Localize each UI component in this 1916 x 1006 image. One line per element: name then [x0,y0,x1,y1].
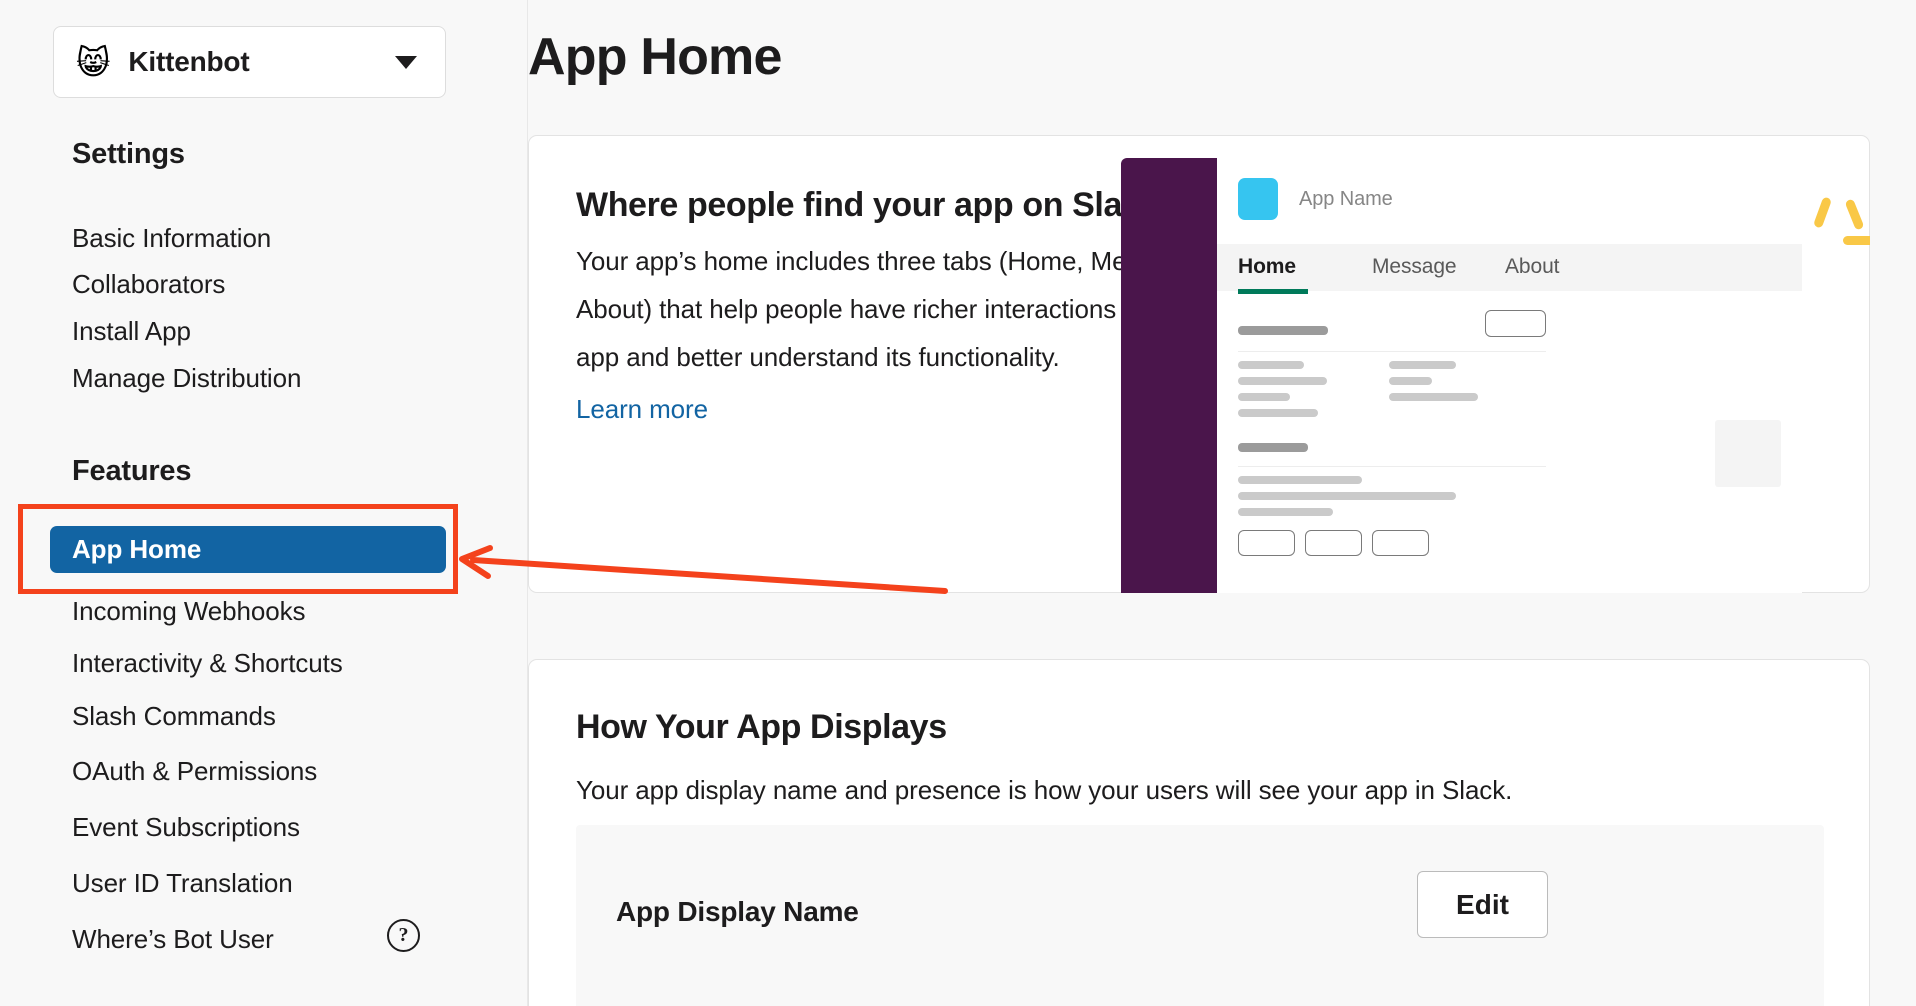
preview-action-pill [1485,310,1546,337]
app-display-name-row: App Display Name Edit [576,825,1824,1006]
sidebar-item-incoming-webhooks[interactable]: Incoming Webhooks [72,596,306,627]
preview-text-bar [1238,409,1318,417]
preview-text-bar [1389,393,1478,401]
preview-tab-about: About [1505,255,1560,278]
chevron-down-icon [395,55,417,69]
preview-text-bar [1238,476,1362,484]
workspace-name: Kittenbot [128,46,250,77]
card-body: Your app display name and presence is ho… [576,775,1513,805]
preview-tab-home: Home [1238,255,1296,278]
preview-heading-bar [1238,443,1308,452]
help-icon-glyph: ? [398,924,409,946]
sidebar-item-basic-information[interactable]: Basic Information [72,223,271,254]
sidebar-item-manage-distribution[interactable]: Manage Distribution [72,363,301,394]
sidebar: 😸 Kittenbot Settings Basic Information C… [0,0,528,1006]
preview-button-pill [1305,530,1362,556]
sidebar-item-app-home[interactable]: App Home [50,526,446,573]
card-where-people-find-your-app: Where people find your app on Slack Your… [528,135,1870,593]
preview-tab-underline [1238,289,1308,294]
preview-text-bar [1389,377,1432,385]
sidebar-item-slash-commands[interactable]: Slash Commands [72,701,276,732]
sidebar-item-label: App Home [72,534,202,564]
preview-button-pill [1372,530,1429,556]
card-how-your-app-displays: How Your App Displays Your app display n… [528,659,1870,1006]
sidebar-item-interactivity-shortcuts[interactable]: Interactivity & Shortcuts [72,648,343,679]
sidebar-section-title-settings: Settings [72,138,185,170]
page-title: App Home [528,28,782,86]
learn-more-link[interactable]: Learn more [576,394,708,425]
preview-panel: App Name Home Message About [1217,158,1802,593]
preview-app-name: App Name [1299,188,1393,210]
app-display-name-label: App Display Name [616,896,859,927]
app-root: 😸 Kittenbot Settings Basic Information C… [0,0,1916,1006]
main-content: App Home Where people find your app on S… [528,0,1916,1006]
preview-thumbnail [1715,420,1781,487]
preview-app-icon [1238,178,1278,220]
card-title: How Your App Displays [576,708,947,746]
sidebar-item-user-id-translation[interactable]: User ID Translation [72,868,293,899]
preview-text-bar [1389,361,1456,369]
preview-tab-message: Message [1372,255,1457,278]
question-mark-circle-icon[interactable]: ? [387,919,420,952]
sidebar-section-title-features: Features [72,455,192,487]
preview-text-bar [1238,393,1290,401]
sparkle-icon [1812,196,1833,229]
preview-divider [1238,466,1546,467]
preview-button-pill [1238,530,1295,556]
sidebar-item-event-subscriptions[interactable]: Event Subscriptions [72,812,300,843]
preview-text-bar [1238,508,1333,516]
smiling-cat-face-icon: 😸 [76,42,111,82]
preview-text-bar [1238,492,1456,500]
preview-text-bar [1238,361,1304,369]
preview-heading-bar [1238,326,1328,335]
workspace-switcher[interactable]: 😸 Kittenbot [53,26,446,98]
app-home-preview-illustration: App Name Home Message About [1121,158,1870,593]
sidebar-item-wheres-bot-user[interactable]: Where’s Bot User [72,924,274,955]
preview-text-bar [1238,377,1327,385]
sidebar-item-oauth-permissions[interactable]: OAuth & Permissions [72,756,317,787]
sidebar-item-collaborators[interactable]: Collaborators [72,269,225,300]
card-title: Where people find your app on Slack [576,186,1159,224]
edit-button[interactable]: Edit [1417,871,1548,938]
preview-divider [1238,351,1546,352]
preview-workspace-rail [1121,158,1217,593]
sidebar-item-install-app[interactable]: Install App [72,316,191,347]
sparkle-icon [1843,236,1870,245]
sparkle-icon [1844,198,1865,231]
